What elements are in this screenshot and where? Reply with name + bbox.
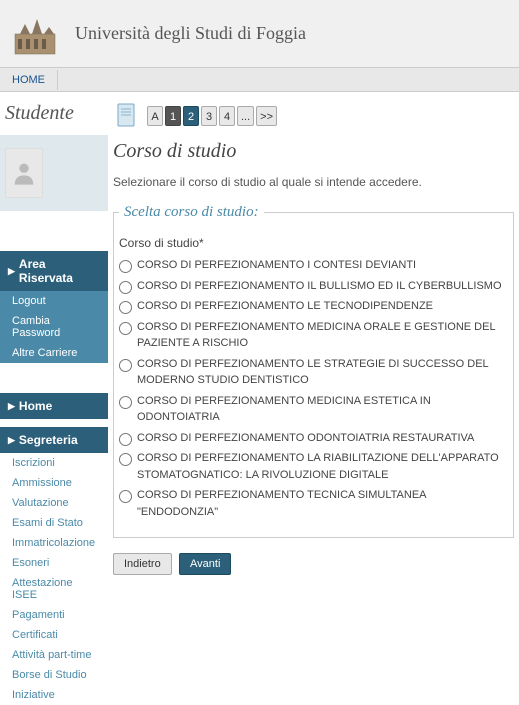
- course-label: CORSO DI PERFEZIONAMENTO LE STRATEGIE DI…: [137, 356, 508, 389]
- course-label: CORSO DI PERFEZIONAMENTO MEDICINA ORALE …: [137, 319, 508, 352]
- menu-label: Segreteria: [19, 433, 78, 447]
- course-option: CORSO DI PERFEZIONAMENTO LE TECNODIPENDE…: [119, 296, 508, 317]
- nav-bar: HOME: [0, 68, 519, 92]
- course-radio[interactable]: [119, 281, 132, 294]
- page-title: Corso di studio: [113, 140, 514, 163]
- course-radio[interactable]: [119, 359, 132, 372]
- back-button[interactable]: Indietro: [113, 553, 172, 575]
- page-button[interactable]: >>: [256, 106, 277, 126]
- sidebar-link[interactable]: Iscrizioni: [0, 453, 108, 473]
- header: Università degli Studi di Foggia: [0, 0, 519, 68]
- course-label: CORSO DI PERFEZIONAMENTO LA RIABILITAZIO…: [137, 450, 508, 483]
- sidebar-altre-carriere[interactable]: Altre Carriere: [0, 343, 108, 363]
- page-button[interactable]: 4: [219, 106, 235, 126]
- page-button[interactable]: 1: [165, 106, 181, 126]
- avatar-box: [0, 135, 108, 211]
- sidebar-link[interactable]: Esami di Stato: [0, 513, 108, 533]
- sidebar-home[interactable]: ▶ Home: [0, 393, 108, 419]
- sidebar-link[interactable]: Attività part-time: [0, 645, 108, 665]
- chevron-right-icon: ▶: [8, 266, 15, 277]
- course-radio[interactable]: [119, 301, 132, 314]
- menu-label: Area Riservata: [19, 257, 100, 285]
- forward-button[interactable]: Avanti: [179, 553, 231, 575]
- course-option: CORSO DI PERFEZIONAMENTO I CONTESI DEVIA…: [119, 255, 508, 276]
- avatar: [5, 148, 43, 198]
- field-label: Corso di studio*: [119, 236, 508, 250]
- sidebar-link[interactable]: Pagamenti: [0, 605, 108, 625]
- nav-home-link[interactable]: HOME: [0, 70, 58, 90]
- course-radio[interactable]: [119, 396, 132, 409]
- course-fieldset: Scelta corso di studio: Corso di studio*…: [113, 204, 514, 538]
- sidebar-link[interactable]: Ammissione: [0, 473, 108, 493]
- sidebar-title: Studente: [0, 92, 108, 135]
- sidebar: Studente ▶ Area Riservata Logout Cambia …: [0, 92, 108, 705]
- sidebar-cambia-password[interactable]: Cambia Password: [0, 311, 108, 343]
- course-label: CORSO DI PERFEZIONAMENTO ODONTOIATRIA RE…: [137, 430, 474, 447]
- sidebar-logout[interactable]: Logout: [0, 291, 108, 311]
- pagination: A1234...>>: [113, 102, 514, 130]
- page-description: Selezionare il corso di studio al quale …: [113, 175, 514, 189]
- sidebar-link[interactable]: Attestazione ISEE: [0, 573, 108, 605]
- course-label: CORSO DI PERFEZIONAMENTO MEDICINA ESTETI…: [137, 393, 508, 426]
- course-option: CORSO DI PERFEZIONAMENTO ODONTOIATRIA RE…: [119, 428, 508, 449]
- fieldset-legend: Scelta corso di studio:: [119, 204, 264, 221]
- sidebar-link[interactable]: Certificati: [0, 625, 108, 645]
- course-option: CORSO DI PERFEZIONAMENTO TECNICA SIMULTA…: [119, 485, 508, 522]
- chevron-right-icon: ▶: [8, 401, 15, 412]
- course-option: CORSO DI PERFEZIONAMENTO MEDICINA ORALE …: [119, 317, 508, 354]
- course-option: CORSO DI PERFEZIONAMENTO LE STRATEGIE DI…: [119, 354, 508, 391]
- sidebar-link[interactable]: Valutazione: [0, 493, 108, 513]
- page-button[interactable]: ...: [237, 106, 254, 126]
- button-row: Indietro Avanti: [113, 553, 514, 575]
- page-button[interactable]: 2: [183, 106, 199, 126]
- university-name: Università degli Studi di Foggia: [75, 23, 306, 44]
- sidebar-link[interactable]: Immatricolazione: [0, 533, 108, 553]
- chevron-right-icon: ▶: [8, 435, 15, 446]
- course-label: CORSO DI PERFEZIONAMENTO LE TECNODIPENDE…: [137, 298, 433, 315]
- content: A1234...>> Corso di studio Selezionare i…: [108, 92, 519, 705]
- course-radio[interactable]: [119, 322, 132, 335]
- sidebar-link[interactable]: Iniziative: [0, 685, 108, 705]
- sidebar-link[interactable]: Esoneri: [0, 553, 108, 573]
- course-option: CORSO DI PERFEZIONAMENTO LA RIABILITAZIO…: [119, 448, 508, 485]
- sidebar-segreteria[interactable]: ▶ Segreteria: [0, 427, 108, 453]
- page-button[interactable]: 3: [201, 106, 217, 126]
- sidebar-link[interactable]: Borse di Studio: [0, 665, 108, 685]
- course-radio[interactable]: [119, 490, 132, 503]
- course-option: CORSO DI PERFEZIONAMENTO IL BULLISMO ED …: [119, 276, 508, 297]
- course-option: CORSO DI PERFEZIONAMENTO MEDICINA ESTETI…: [119, 391, 508, 428]
- course-radio[interactable]: [119, 453, 132, 466]
- university-logo: [5, 4, 65, 64]
- course-label: CORSO DI PERFEZIONAMENTO I CONTESI DEVIA…: [137, 257, 416, 274]
- course-radio[interactable]: [119, 433, 132, 446]
- course-radio[interactable]: [119, 260, 132, 273]
- menu-label: Home: [19, 399, 52, 413]
- page-icon: [113, 102, 141, 130]
- course-label: CORSO DI PERFEZIONAMENTO TECNICA SIMULTA…: [137, 487, 508, 520]
- sidebar-area-riservata[interactable]: ▶ Area Riservata: [0, 251, 108, 291]
- page-button[interactable]: A: [147, 106, 163, 126]
- course-label: CORSO DI PERFEZIONAMENTO IL BULLISMO ED …: [137, 278, 502, 295]
